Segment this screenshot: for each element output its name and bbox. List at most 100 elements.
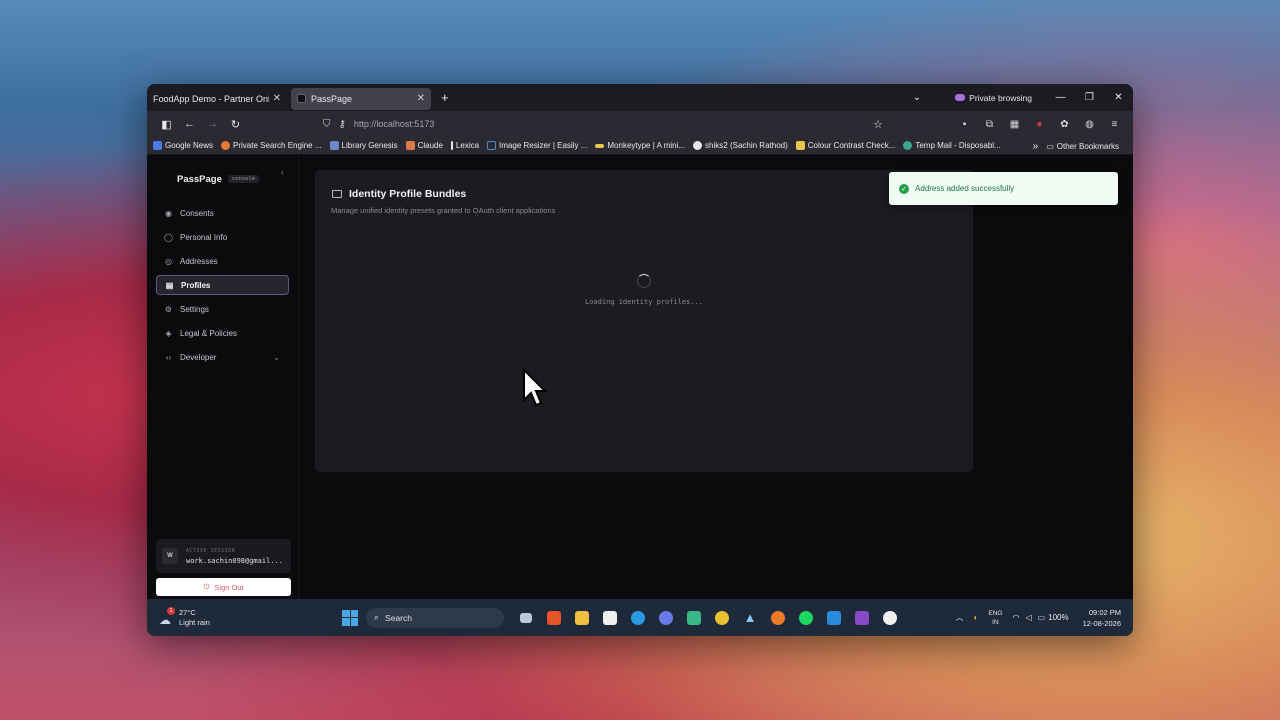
shield-icon: ◈: [165, 328, 172, 338]
close-window-button[interactable]: ✕: [1104, 92, 1133, 103]
close-icon[interactable]: ✕: [413, 93, 425, 104]
gear-icon: ⚙: [164, 304, 173, 314]
firefox-private-icon[interactable]: [848, 604, 876, 632]
search-icon: ⌕: [374, 612, 380, 622]
main-panel: Identity Profile Bundles Manage unified …: [299, 155, 1133, 599]
nav-bar: ◧ ← → ↻ ⛉ ⚷ http://localhost:5173 ☆ ▪ ⧉ …: [147, 111, 1133, 137]
session-email: work.sachin098@gmail...: [186, 556, 283, 565]
bookmark-item[interactable]: Library Genesis: [329, 141, 398, 150]
bookmark-item[interactable]: Google News: [153, 141, 213, 150]
sidebar-nav: ◉ Consents ◯ Personal Info ◎ Addresses ▤…: [147, 203, 298, 367]
time: 09:02 PM: [1088, 607, 1121, 617]
battery-icon[interactable]: ▭: [1038, 613, 1046, 622]
bookmark-favicon-icon: [487, 141, 497, 150]
firefox-icon[interactable]: [764, 604, 792, 632]
sidebar-item-personal-info[interactable]: ◯ Personal Info: [156, 227, 289, 247]
close-icon[interactable]: ✕: [269, 93, 281, 104]
spotify-icon[interactable]: [792, 604, 820, 632]
bookmark-favicon-icon: [221, 141, 231, 150]
sidebar-toggle-icon[interactable]: ◧: [155, 118, 178, 131]
sidebar-item-settings[interactable]: ⚙ Settings: [156, 299, 289, 319]
weather-widget[interactable]: ☁ 1 27°C Light rain: [159, 606, 249, 628]
tab-title: PassPage: [311, 93, 353, 104]
store-icon[interactable]: [596, 604, 624, 632]
vscode-icon[interactable]: [820, 604, 848, 632]
sidebar-item-profiles[interactable]: ▤ Profiles: [156, 275, 289, 295]
sidebar: PassPage console ‹ ◉ Consents ◯ Personal…: [147, 155, 299, 599]
tab-list-chevron-icon[interactable]: ⌄: [913, 92, 921, 103]
bookmark-item[interactable]: Monkeytype | A mini...: [595, 141, 685, 150]
favicon-icon: [297, 94, 306, 103]
chrome-icon[interactable]: [708, 604, 736, 632]
sidebar-item-label: Addresses: [180, 256, 218, 266]
bookmark-favicon-icon: [450, 141, 453, 150]
key-icon[interactable]: ⚷: [339, 119, 346, 130]
sidebar-item-addresses[interactable]: ◎ Addresses: [156, 251, 289, 271]
bookmark-item[interactable]: shiks2 (Sachin Rathod): [693, 141, 788, 150]
folder-icon: ▭: [1046, 141, 1054, 151]
bookmark-favicon-icon: [795, 141, 805, 150]
menu-icon[interactable]: ≡: [1102, 119, 1127, 130]
chevron-right-icon[interactable]: »: [1033, 141, 1039, 152]
sidebar-item-legal[interactable]: ◈ Legal & Policies: [156, 323, 289, 343]
reload-button[interactable]: ↻: [224, 118, 247, 131]
other-bookmarks[interactable]: ▭ Other Bookmarks: [1046, 142, 1119, 151]
forward-button[interactable]: →: [201, 118, 224, 130]
shield-icon[interactable]: ⛉: [323, 119, 331, 130]
wifi-icon[interactable]: ◠: [1012, 613, 1019, 622]
code-icon: ‹›: [165, 352, 172, 362]
check-circle-icon: ✓: [899, 183, 909, 194]
new-tab-button[interactable]: +: [441, 90, 449, 105]
search-placeholder: Search: [385, 612, 412, 623]
extension-icon[interactable]: ●: [1027, 119, 1052, 130]
loading-text: Loading identity profiles...: [584, 298, 703, 306]
clock[interactable]: 09:02 PM 12-08-2026: [1083, 607, 1121, 629]
tab-title: FoodApp Demo - Partner Onboardi: [153, 93, 269, 104]
bookmark-item[interactable]: Temp Mail - Disposabl...: [903, 141, 1001, 150]
mouse-cursor-icon: [523, 368, 548, 407]
volume-icon[interactable]: ◁: [1025, 613, 1031, 622]
url-bar[interactable]: ⛉ ⚷ http://localhost:5173 ☆: [317, 114, 889, 134]
arc-icon[interactable]: ▲: [736, 604, 764, 632]
sign-out-button[interactable]: ⏻ Sign Out: [156, 578, 291, 596]
sidebar-item-label: Profiles: [181, 280, 211, 290]
chevron-down-icon[interactable]: ⌄: [273, 353, 280, 362]
bookmark-item[interactable]: Lexica: [450, 141, 479, 150]
puzzle-icon[interactable]: ⧉: [977, 119, 1002, 130]
sidebar-item-label: Developer: [180, 352, 217, 362]
brave-icon[interactable]: [540, 604, 568, 632]
github-icon: [693, 141, 703, 150]
app-icon[interactable]: [876, 604, 904, 632]
tray-app-icon[interactable]: ◐: [974, 613, 979, 622]
extension-icon[interactable]: ✿: [1052, 119, 1077, 130]
tab-foodapp[interactable]: FoodApp Demo - Partner Onboardi ✕: [147, 88, 287, 110]
discord-icon[interactable]: [652, 604, 680, 632]
extension-icon[interactable]: ▪: [952, 119, 977, 130]
extension-icon[interactable]: ▦: [1002, 119, 1027, 130]
bookmark-star-icon[interactable]: ☆: [873, 118, 883, 131]
avatar: W: [162, 548, 178, 564]
tab-passpage[interactable]: PassPage ✕: [291, 87, 431, 110]
sidebar-item-consents[interactable]: ◉ Consents: [156, 203, 289, 223]
language-indicator[interactable]: ENG IN: [988, 609, 1002, 627]
edge-icon[interactable]: [624, 604, 652, 632]
file-explorer-icon[interactable]: [568, 604, 596, 632]
bookmark-item[interactable]: Colour Contrast Check...: [795, 141, 895, 150]
collapse-sidebar-icon[interactable]: ‹: [281, 167, 284, 178]
extension-icon[interactable]: ◍: [1077, 119, 1102, 130]
url-text[interactable]: http://localhost:5173: [354, 119, 435, 129]
chevron-up-icon[interactable]: ︿: [956, 612, 964, 623]
app-icon[interactable]: [680, 604, 708, 632]
minimize-button[interactable]: —: [1046, 92, 1075, 103]
bookmark-item[interactable]: Private Search Engine ...: [221, 141, 322, 150]
sidebar-item-developer[interactable]: ‹› Developer ⌄: [156, 347, 289, 367]
task-view-icon[interactable]: [512, 604, 540, 632]
taskbar-search-input[interactable]: ⌕ Search: [366, 607, 504, 628]
bookmark-item[interactable]: Claude: [405, 141, 443, 150]
restore-button[interactable]: ❐: [1075, 92, 1104, 103]
toast-message: Address added successfully: [915, 184, 1015, 193]
back-button[interactable]: ←: [178, 118, 201, 130]
windows-start-icon[interactable]: [342, 609, 358, 626]
consents-icon: ◉: [165, 208, 172, 218]
bookmark-item[interactable]: Image Resizer | Easily ...: [487, 141, 587, 150]
